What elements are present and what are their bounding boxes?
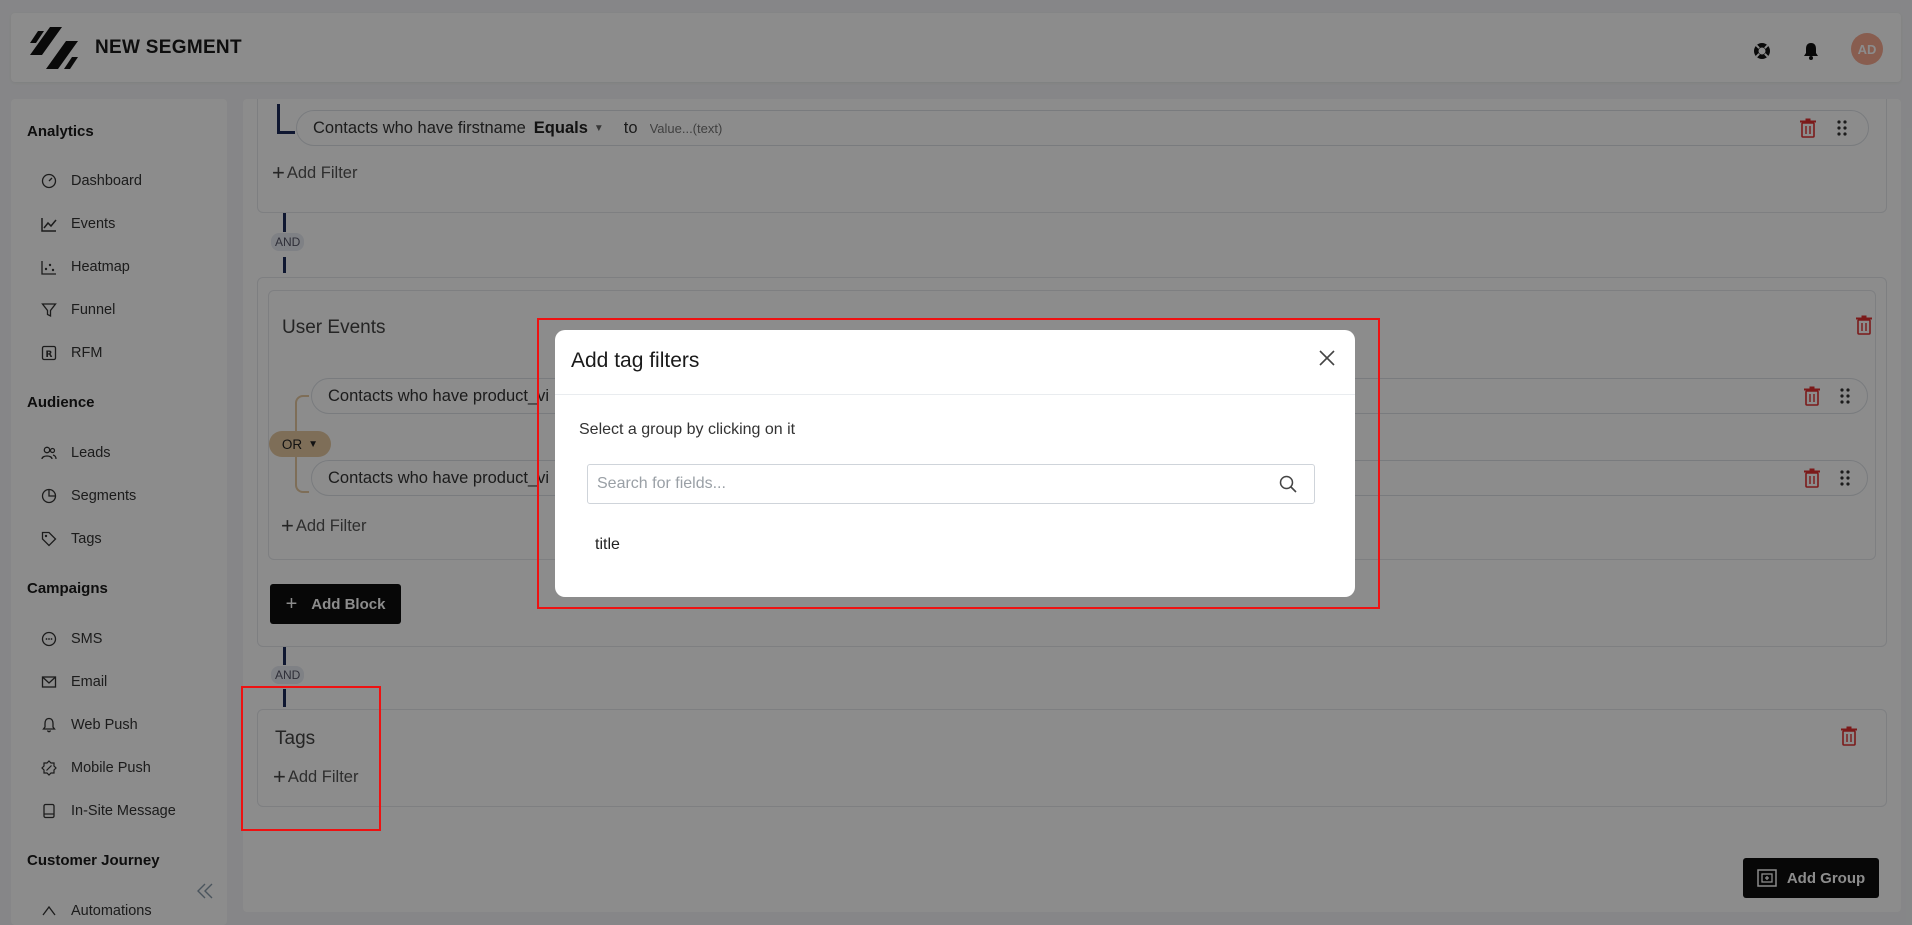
modal-title: Add tag filters xyxy=(571,349,700,372)
highlight-box-tags-block xyxy=(241,686,381,831)
add-tag-filters-modal: Add tag filters Select a group by clicki… xyxy=(555,330,1355,597)
field-option-title[interactable]: title xyxy=(595,536,620,554)
modal-instructions: Select a group by clicking on it xyxy=(579,421,796,438)
close-icon[interactable] xyxy=(1316,347,1338,369)
search-input[interactable] xyxy=(589,466,1269,502)
search-icon[interactable] xyxy=(1278,474,1298,494)
field-search-box xyxy=(587,464,1315,504)
modal-divider xyxy=(555,394,1355,395)
